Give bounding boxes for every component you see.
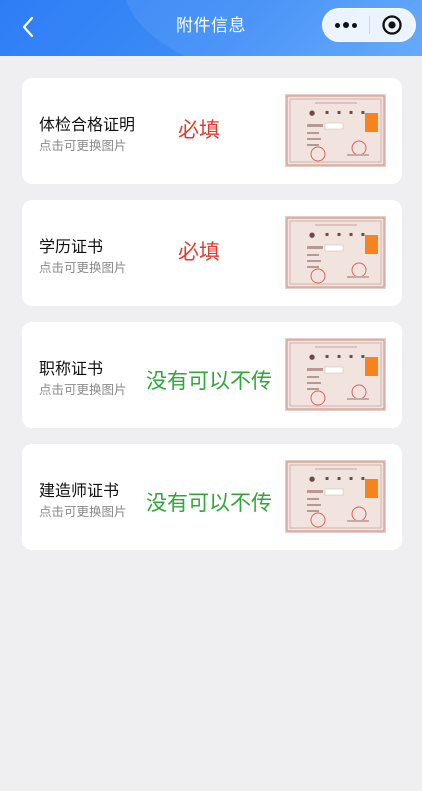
card-hint: 点击可更换图片 xyxy=(39,260,127,275)
certificate-image[interactable] xyxy=(285,216,386,289)
close-button[interactable] xyxy=(369,8,415,42)
attachment-card-title-certificate[interactable]: 职称证书 点击可更换图片 没有可以不传 xyxy=(22,322,402,428)
certificate-image[interactable] xyxy=(285,338,386,411)
mini-program-capsule xyxy=(322,8,416,42)
attachment-card-constructor-certificate[interactable]: 建造师证书 点击可更换图片 没有可以不传 xyxy=(22,444,402,550)
required-tag: 必填 xyxy=(178,240,220,264)
card-title: 体检合格证明 xyxy=(39,115,136,134)
more-button[interactable] xyxy=(323,8,369,42)
required-tag: 必填 xyxy=(178,118,220,142)
card-hint: 点击可更换图片 xyxy=(39,504,127,519)
card-title: 职称证书 xyxy=(39,359,104,378)
certificate-image[interactable] xyxy=(285,94,386,167)
card-hint: 点击可更换图片 xyxy=(39,138,127,153)
attachment-card-health-certificate[interactable]: 体检合格证明 点击可更换图片 必填 xyxy=(22,78,402,184)
target-close-icon xyxy=(382,15,402,35)
certificate-image[interactable] xyxy=(285,460,386,533)
optional-tag: 没有可以不传 xyxy=(146,491,272,515)
more-dots-icon xyxy=(334,22,357,28)
card-title: 学历证书 xyxy=(39,237,104,256)
optional-tag: 没有可以不传 xyxy=(146,369,272,393)
navigation-bar: 附件信息 xyxy=(0,0,422,56)
card-hint: 点击可更换图片 xyxy=(39,382,127,397)
card-title: 建造师证书 xyxy=(39,481,120,500)
attachment-card-education-certificate[interactable]: 学历证书 点击可更换图片 必填 xyxy=(22,200,402,306)
